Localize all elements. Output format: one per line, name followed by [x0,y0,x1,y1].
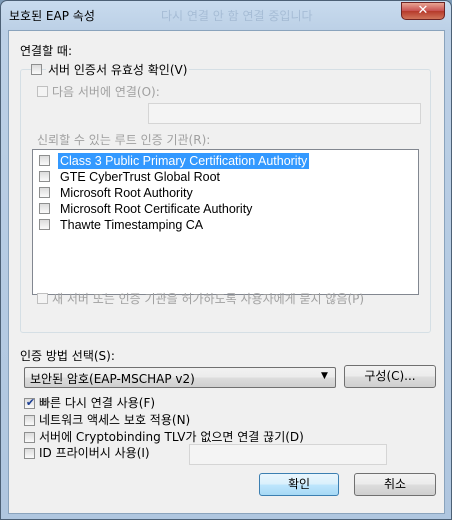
connect-to-servers-label: 다음 서버에 연결(O): [52,85,160,99]
no-prompt-label: 새 서버 또는 인증 기관을 허가하도록 사용자에게 묻지 않음(P) [52,292,365,306]
nap-checkbox[interactable] [24,415,35,426]
connect-section-label: 연결할 때: [20,44,73,58]
connect-to-servers-checkbox[interactable] [37,86,48,97]
validate-cert-label: 서버 인증서 유효성 확인(V) [46,61,190,78]
ca-checkbox[interactable] [39,203,50,214]
validate-cert-checkbox[interactable] [31,64,42,75]
server-names-input[interactable] [148,103,421,124]
nap-label: 네트워크 액세스 보호 적용(N) [39,413,191,427]
list-item[interactable]: Thawte Timestamping CA [36,217,416,233]
window-title: 보호된 EAP 속성 [9,9,95,23]
close-button[interactable]: ✕ [401,2,445,20]
dialog-window: 다시 연결 안 함 연결 중입니다 보호된 EAP 속성 ✕ 연결할 때: 서버… [0,0,452,520]
ca-checkbox[interactable] [39,171,50,182]
trusted-ca-label: 신뢰할 수 있는 루트 인증 기관(R): [37,133,211,147]
fast-reconnect-checkbox[interactable]: ✔ [24,396,36,409]
cryptobinding-label: 서버에 Cryptobinding TLV가 없으면 연결 끊기(D) [39,430,304,444]
no-prompt-checkbox[interactable] [37,293,48,304]
identity-privacy-checkbox[interactable] [24,448,35,459]
ca-checkbox[interactable] [39,219,50,230]
list-item[interactable]: Microsoft Root Certificate Authority [36,201,416,217]
auth-method-label: 인증 방법 선택(S): [20,349,115,363]
identity-privacy-label: ID 프라이버시 사용(I) [39,446,150,460]
ca-label: Thawte Timestamping CA [60,218,204,232]
trusted-ca-list[interactable]: Class 3 Public Primary Certification Aut… [32,149,419,295]
auth-method-select[interactable]: 보안된 암호(EAP-MSCHAP v2) ▼ [24,367,336,388]
identity-privacy-input[interactable] [189,444,387,465]
list-item[interactable]: Microsoft Root Authority [36,185,416,201]
ca-checkbox[interactable] [39,155,50,166]
check-icon: ✔ [25,396,36,409]
ca-label: Microsoft Root Certificate Authority [60,202,253,216]
title-bar[interactable]: 다시 연결 안 함 연결 중입니다 보호된 EAP 속성 ✕ [1,1,452,29]
ca-checkbox[interactable] [39,187,50,198]
ca-label: GTE CyberTrust Global Root [60,170,221,184]
ca-label: Microsoft Root Authority [60,186,193,200]
fast-reconnect-label: 빠른 다시 연결 사용(F) [39,396,156,410]
close-icon: ✕ [417,3,429,18]
chevron-down-icon: ▼ [321,371,328,381]
configure-button[interactable]: 구성(C)... [344,365,436,388]
background-ghost-text: 다시 연결 안 함 연결 중입니다 [161,9,313,23]
list-item[interactable]: GTE CyberTrust Global Root [36,169,416,185]
auth-method-value: 보안된 암호(EAP-MSCHAP v2) [30,372,195,386]
ok-button[interactable]: 확인 [259,473,339,496]
cryptobinding-checkbox[interactable] [24,432,35,443]
list-item[interactable]: Class 3 Public Primary Certification Aut… [36,153,416,169]
ca-label: Class 3 Public Primary Certification Aut… [58,153,310,169]
dialog-client-area: 연결할 때: 서버 인증서 유효성 확인(V) 다음 서버에 연결(O): 신뢰… [8,30,445,514]
cancel-button[interactable]: 취소 [354,473,436,496]
